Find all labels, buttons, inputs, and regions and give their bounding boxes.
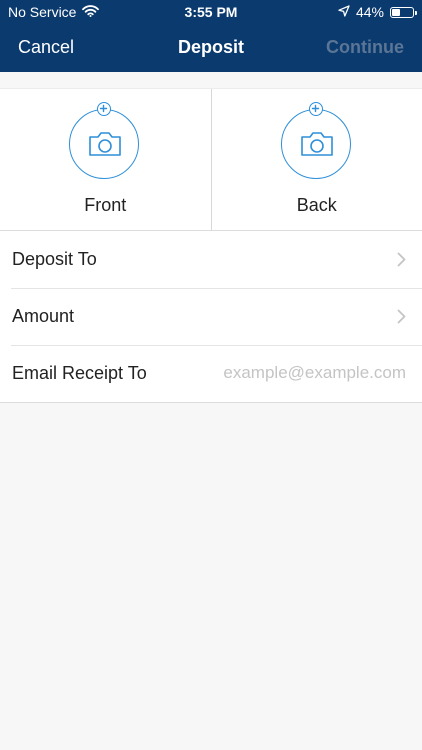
deposit-to-row[interactable]: Deposit To (0, 231, 422, 288)
camera-icon (299, 130, 335, 163)
battery-percent: 44% (355, 4, 384, 20)
front-label: Front (84, 195, 127, 215)
email-receipt-label: Email Receipt To (12, 363, 147, 383)
email-receipt-row: Email Receipt To (0, 345, 422, 402)
amount-row[interactable]: Amount (0, 288, 422, 345)
check-capture-row: Front Back (0, 88, 422, 231)
chevron-right-icon (397, 309, 406, 329)
battery-tip (415, 10, 417, 15)
chevron-right-icon (397, 252, 406, 272)
capture-back-button[interactable]: Back (210, 89, 422, 231)
amount-label: Amount (12, 306, 75, 326)
back-camera-circle (280, 102, 351, 179)
cancel-button[interactable]: Cancel (18, 37, 74, 58)
plus-icon (97, 102, 112, 116)
battery-icon (390, 6, 417, 18)
email-receipt-input[interactable] (186, 359, 406, 387)
deposit-form: Deposit To Amount Email Receipt To (0, 230, 422, 403)
nav-bar: Cancel Deposit Continue (0, 24, 422, 72)
battery-level (392, 8, 400, 16)
status-right: 44% (338, 4, 417, 20)
front-camera-circle (69, 102, 140, 179)
continue-button[interactable]: Continue (326, 37, 404, 58)
capture-front-button[interactable]: Front (0, 89, 211, 231)
deposit-to-label: Deposit To (12, 249, 97, 269)
plus-icon (308, 102, 323, 116)
back-label: Back (296, 195, 337, 215)
location-arrow-icon (338, 4, 350, 20)
camera-icon (87, 130, 123, 163)
app-header: No Service 3:55 PM 44% Cancel Deposit Co… (0, 0, 422, 72)
status-bar: No Service 3:55 PM 44% (0, 0, 422, 24)
